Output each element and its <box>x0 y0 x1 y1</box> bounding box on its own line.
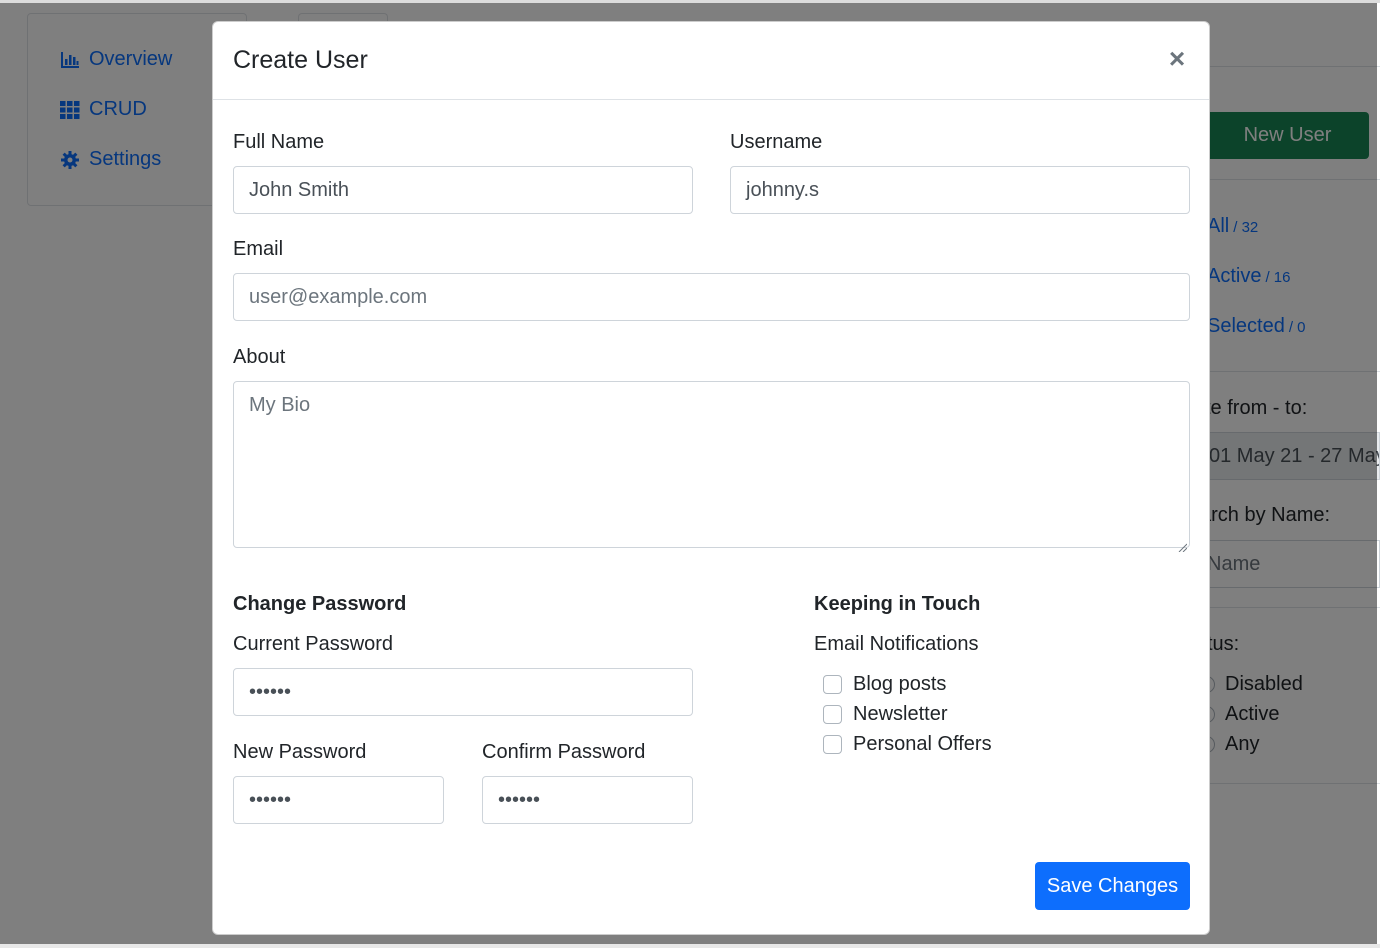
save-changes-button[interactable]: Save Changes <box>1035 862 1190 910</box>
full-name-input[interactable]: John Smith <box>233 166 693 214</box>
checkbox-label: Newsletter <box>853 703 948 725</box>
checkbox-personal-offers[interactable]: Personal Offers <box>823 733 992 756</box>
create-user-modal: Create User × Full Name John Smith Usern… <box>212 21 1210 935</box>
checkbox[interactable] <box>823 735 842 754</box>
full-name-label: Full Name <box>233 131 325 153</box>
new-password-label: New Password <box>233 741 367 763</box>
about-placeholder: My Bio <box>249 394 311 416</box>
about-textarea[interactable]: My Bio <box>233 381 1190 553</box>
confirm-password-label: Confirm Password <box>482 741 646 763</box>
modal-title: Create User <box>233 46 368 74</box>
modal-header: Create User × <box>213 22 1209 100</box>
close-icon: × <box>1168 43 1186 74</box>
checkbox-label: Personal Offers <box>853 733 992 755</box>
checkbox-newsletter[interactable]: Newsletter <box>823 703 947 726</box>
username-input[interactable]: johnny.s <box>730 166 1190 214</box>
bottom-strip <box>0 944 1380 948</box>
username-label: Username <box>730 131 823 153</box>
checkbox-blog-posts[interactable]: Blog posts <box>823 673 946 696</box>
checkbox[interactable] <box>823 705 842 724</box>
email-notifications-label: Email Notifications <box>814 633 979 655</box>
close-button[interactable]: × <box>1165 43 1189 74</box>
resize-grip-icon[interactable] <box>1177 535 1188 553</box>
checkbox-label: Blog posts <box>853 673 947 695</box>
new-password-input[interactable]: •••••• <box>233 776 444 824</box>
keeping-in-touch-heading: Keeping in Touch <box>814 593 981 615</box>
email-input[interactable]: user@example.com <box>233 273 1190 321</box>
current-password-label: Current Password <box>233 633 394 655</box>
about-label: About <box>233 346 286 368</box>
current-password-input[interactable]: •••••• <box>233 668 693 716</box>
change-password-heading: Change Password <box>233 593 407 615</box>
checkbox[interactable] <box>823 675 842 694</box>
email-label: Email <box>233 238 284 260</box>
confirm-password-input[interactable]: •••••• <box>482 776 693 824</box>
